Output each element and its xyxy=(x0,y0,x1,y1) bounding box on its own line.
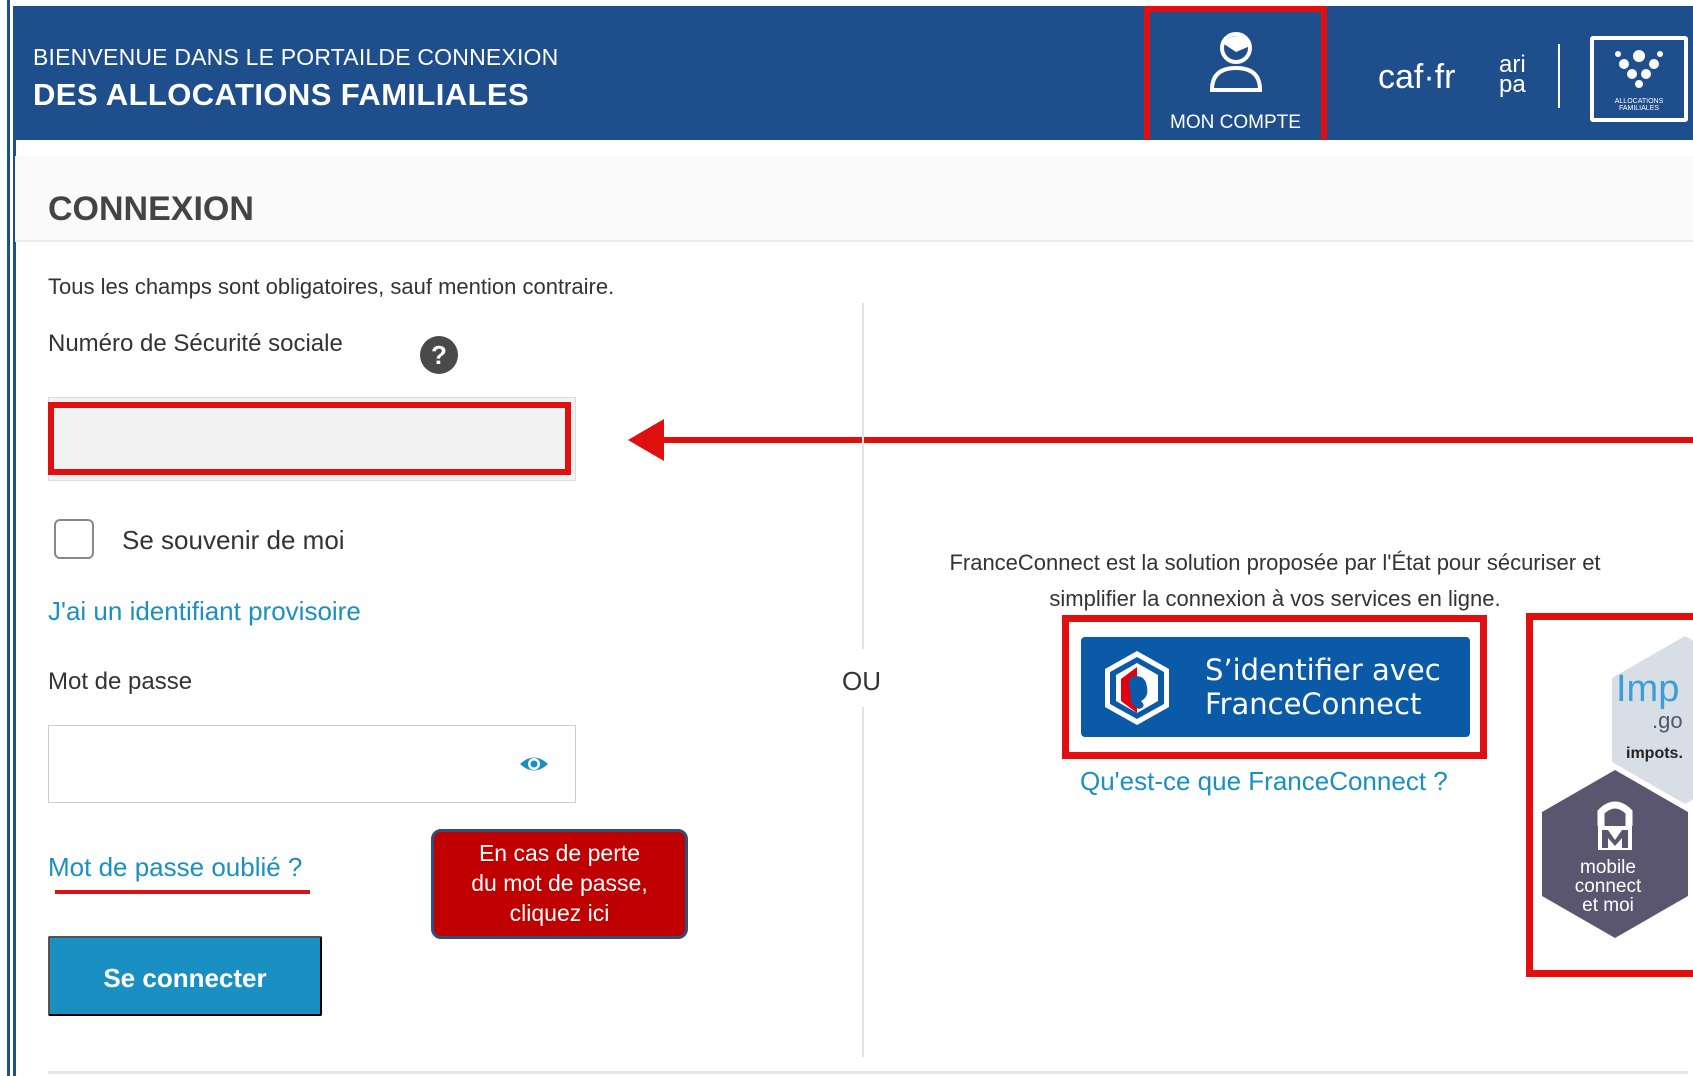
franceconnect-description-line1: FranceConnect est la solution proposée p… xyxy=(949,550,1601,575)
login-button[interactable]: Se connecter xyxy=(48,936,322,1016)
franceconnect-button-line1: S’identifier avec xyxy=(1205,653,1441,687)
aripa-logo-bottom: pa xyxy=(1499,71,1526,98)
remember-me-label[interactable]: Se souvenir de moi xyxy=(122,525,345,556)
franceconnect-description-line2: simplifier la connexion à vos services e… xyxy=(1049,586,1501,611)
password-input[interactable] xyxy=(48,725,576,803)
show-password-icon[interactable] xyxy=(518,749,550,779)
section-header-bar xyxy=(15,156,1693,242)
header-divider xyxy=(1558,44,1560,108)
bottom-divider xyxy=(48,1071,1688,1074)
what-is-franceconnect-link[interactable]: Qu'est-ce que FranceConnect ? xyxy=(1080,766,1448,797)
mobile-connect-line1: mobile xyxy=(1580,857,1636,878)
franceconnect-button[interactable]: S’identifier avec FranceConnect xyxy=(1081,637,1470,737)
callout-line-3: cliquez ici xyxy=(509,900,610,926)
site-header: BIENVENUE DANS LE PORTAILDE CONNEXION DE… xyxy=(13,6,1693,152)
callout-line-2: du mot de passe, xyxy=(471,870,648,896)
forgot-password-callout: En cas de perte du mot de passe, cliquez… xyxy=(431,829,688,939)
temporary-id-link[interactable]: J'ai un identifiant provisoire xyxy=(48,596,361,627)
required-fields-note: Tous les champs sont obligatoires, sauf … xyxy=(48,274,615,299)
aripa-logo[interactable]: ari pa xyxy=(1499,53,1529,98)
header-title-line2: DES ALLOCATIONS FAMILIALES xyxy=(33,77,530,112)
or-separator-label: OU xyxy=(842,666,881,696)
impots-logo-subtext: .go xyxy=(1652,708,1683,733)
ssn-input-highlight xyxy=(48,402,571,475)
franceconnect-description: FranceConnect est la solution proposée p… xyxy=(880,545,1670,617)
annotation-arrow-head xyxy=(628,419,664,461)
seal-emblem-icon xyxy=(1615,50,1663,88)
my-account-button[interactable]: MON COMPTE xyxy=(1144,6,1327,152)
mobile-connect-label: mobile connect et moi xyxy=(1560,858,1656,915)
help-icon[interactable]: ? xyxy=(420,336,458,374)
forgot-password-underline-annotation xyxy=(55,890,310,894)
allocations-familiales-seal-logo[interactable]: ALLOCATIONS FAMILIALES xyxy=(1590,36,1688,122)
callout-line-1: En cas de perte xyxy=(478,840,641,866)
franceconnect-button-line2: FranceConnect xyxy=(1205,687,1422,721)
seal-inner: ALLOCATIONS FAMILIALES xyxy=(1594,40,1684,118)
my-account-label: MON COMPTE xyxy=(1170,112,1301,133)
page-title: CONNEXION xyxy=(48,190,254,228)
mobile-connect-line2: connect xyxy=(1574,876,1642,897)
vertical-divider-top xyxy=(862,303,864,649)
caf-fr-logo[interactable]: caf·fr xyxy=(1378,58,1455,97)
user-account-icon xyxy=(1209,32,1263,92)
left-frame-edge xyxy=(0,0,10,1076)
impots-logo-text: Imp xyxy=(1616,668,1680,710)
ssn-label: Numéro de Sécurité sociale xyxy=(48,330,343,357)
remember-me-checkbox[interactable] xyxy=(54,519,94,559)
vertical-divider-bottom xyxy=(862,707,864,1057)
franceconnect-button-label: S’identifier avec FranceConnect xyxy=(1205,653,1441,721)
seal-caption: ALLOCATIONS FAMILIALES xyxy=(1614,98,1664,112)
annotation-arrow-line xyxy=(660,437,1693,443)
mobile-connect-line3: et moi xyxy=(1582,895,1634,916)
password-label: Mot de passe xyxy=(48,668,193,695)
forgot-password-link[interactable]: Mot de passe oublié ? xyxy=(48,852,302,883)
impots-domain-label: impots. xyxy=(1626,745,1683,762)
franceconnect-logo-icon xyxy=(1105,651,1169,725)
header-title-line1: BIENVENUE DANS LE PORTAILDE CONNEXION xyxy=(33,44,559,70)
